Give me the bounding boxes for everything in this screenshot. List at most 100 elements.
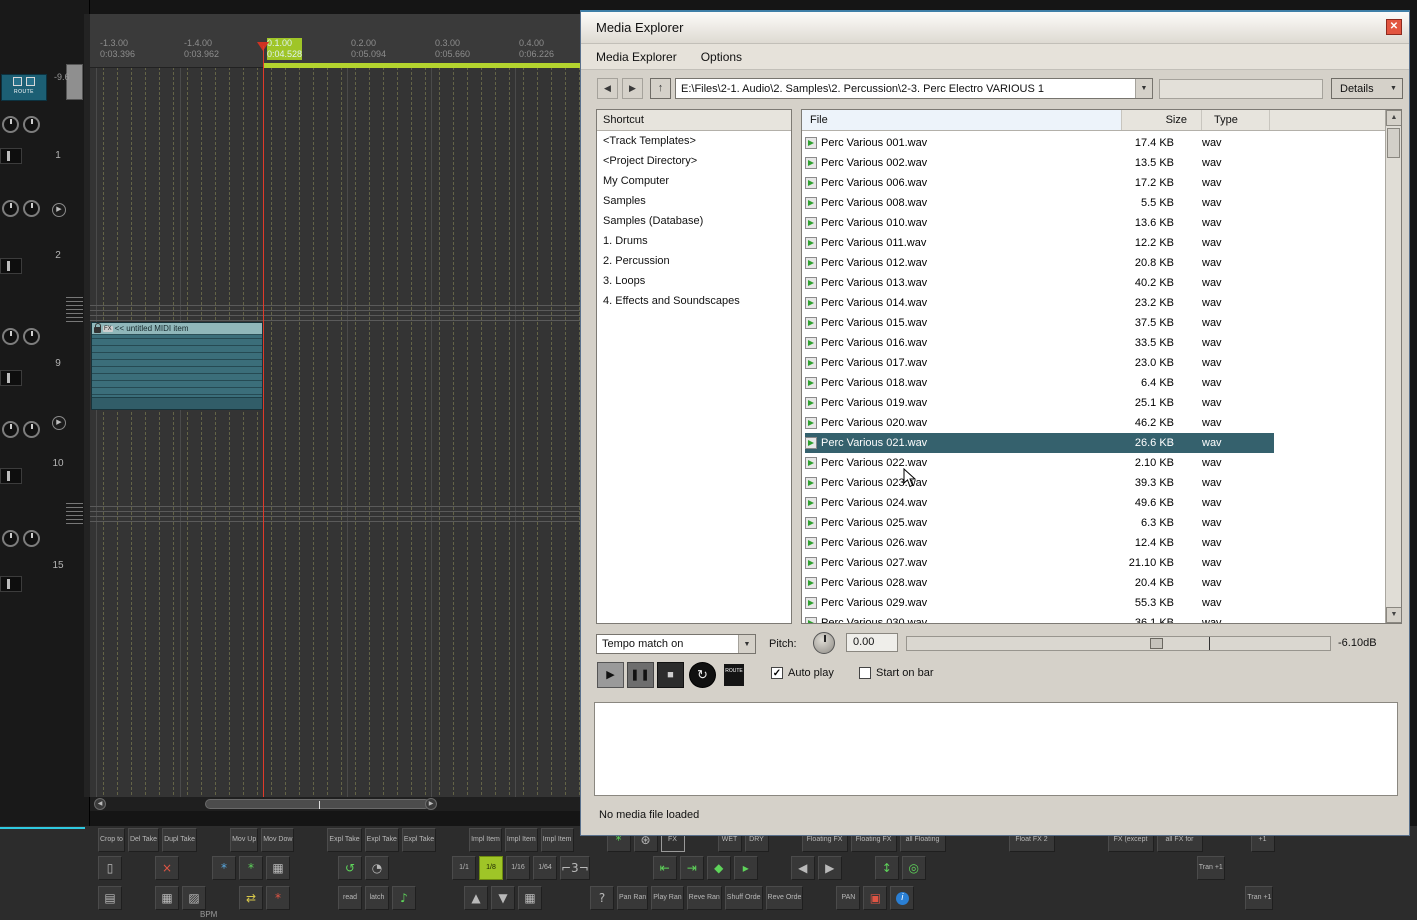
Perc Various 018.wav[interactable]: Perc Various 018.wav 6.4 KB wav	[805, 373, 1274, 393]
grid-1-16-button[interactable]: 1/16	[506, 856, 530, 880]
volume-fader[interactable]	[0, 258, 22, 274]
pitch-knob[interactable]	[813, 632, 835, 654]
shortcut-item[interactable]: 1. Drums	[597, 231, 791, 251]
transpose-up-button[interactable]: Tran +1	[1197, 856, 1225, 880]
info-icon-button[interactable]: i	[890, 886, 914, 910]
reverse-random-button[interactable]: Reve Ran	[687, 886, 722, 910]
Perc Various 021.wav[interactable]: Perc Various 021.wav 26.6 KB wav	[805, 433, 1274, 453]
time-selection-bar[interactable]	[263, 63, 580, 68]
move-down-button[interactable]: Mov Dow	[261, 828, 294, 852]
record-arm-button[interactable]: ▶	[52, 416, 66, 430]
Perc Various 027.wav[interactable]: Perc Various 027.wav 21.10 KB wav	[805, 553, 1274, 573]
pause-button[interactable]: ❚❚	[627, 662, 654, 688]
pan-knob[interactable]	[2, 530, 19, 547]
grid-1-64-button[interactable]: 1/64	[533, 856, 557, 880]
Perc Various 023.wav[interactable]: Perc Various 023.wav 39.3 KB wav	[805, 473, 1274, 493]
route-panel[interactable]: ROUTE	[1, 74, 47, 101]
Perc Various 015.wav[interactable]: Perc Various 015.wav 37.5 KB wav	[805, 313, 1274, 333]
Perc Various 008.wav[interactable]: Perc Various 008.wav 5.5 KB wav	[805, 193, 1274, 213]
pan-knob[interactable]	[2, 116, 19, 133]
ruler-label[interactable]: -1.4.00 0:03.962	[184, 38, 219, 60]
column-header-file[interactable]: File	[802, 110, 1122, 130]
play-random-button[interactable]: Play Ran	[651, 886, 683, 910]
clock-icon-button[interactable]: ◔	[365, 856, 389, 880]
ruler-label[interactable]: 0.2.00 0:05.094	[351, 38, 386, 60]
pan-knob[interactable]	[2, 200, 19, 217]
vertical-scrollbar[interactable]	[66, 64, 83, 100]
shuffle-order-button[interactable]: Shuff Orde	[725, 886, 763, 910]
piano-edit-icon-button[interactable]: ▨	[182, 886, 206, 910]
record-arm-button[interactable]: ▶	[52, 203, 66, 217]
grid-1-8-button[interactable]: 1/8	[479, 856, 503, 880]
scroll-up-button[interactable]: ▲	[1386, 110, 1402, 126]
shortcut-item[interactable]: My Computer	[597, 171, 791, 191]
duplicate-take-button[interactable]: Dupl Take	[162, 828, 197, 852]
shortcut-item[interactable]: 4. Effects and Soundscapes	[597, 291, 791, 311]
matrix-icon-button[interactable]: ▦	[155, 886, 179, 910]
star-icon-button[interactable]: *	[266, 886, 290, 910]
pan-button[interactable]: PAN	[836, 886, 860, 910]
piano-icon-button[interactable]: ▦	[518, 886, 542, 910]
nav-forward-button[interactable]: ▶	[622, 78, 643, 99]
transpose-up-button[interactable]: Tran +1	[1245, 886, 1273, 910]
explode-take-button[interactable]: Expl Take	[327, 828, 361, 852]
Perc Various 016.wav[interactable]: Perc Various 016.wav 33.5 KB wav	[805, 333, 1274, 353]
delete-icon-button[interactable]: ×	[155, 856, 179, 880]
width-knob[interactable]	[23, 200, 40, 217]
shortcut-item[interactable]: Samples (Database)	[597, 211, 791, 231]
play-cursor-icon-button[interactable]: ▸	[734, 856, 758, 880]
up-arrow-button[interactable]: ▲	[464, 886, 488, 910]
scroll-down-button[interactable]: ▼	[1386, 607, 1402, 623]
volume-fader[interactable]	[0, 148, 22, 164]
pitch-value-field[interactable]: 0.00	[846, 633, 898, 652]
target-icon-button[interactable]: ◎	[902, 856, 926, 880]
implode-item-button[interactable]: Impl Item	[469, 828, 502, 852]
implode-item-button[interactable]: Impl Item	[505, 828, 538, 852]
reverse-order-button[interactable]: Reve Orde	[766, 886, 804, 910]
width-knob[interactable]	[23, 530, 40, 547]
Perc Various 020.wav[interactable]: Perc Various 020.wav 46.2 KB wav	[805, 413, 1274, 433]
shortcut-item[interactable]: 2. Percussion	[597, 251, 791, 271]
ruler-label-playhead[interactable]: 0.1.00 0:04.528	[267, 38, 302, 60]
Perc Various 006.wav[interactable]: Perc Various 006.wav 17.2 KB wav	[805, 173, 1274, 193]
midi-item-header[interactable]: FX << untitled MIDI item	[92, 323, 262, 335]
width-knob[interactable]	[23, 421, 40, 438]
next-icon-button[interactable]: ▶	[818, 856, 842, 880]
Perc Various 025.wav[interactable]: Perc Various 025.wav 6.3 KB wav	[805, 513, 1274, 533]
crop-to-button[interactable]: Crop to	[98, 828, 125, 852]
stop-button[interactable]: ■	[657, 662, 684, 688]
pan-knob[interactable]	[2, 421, 19, 438]
window-titlebar[interactable]: Media Explorer ✕	[581, 12, 1409, 44]
menu-media-explorer[interactable]: Media Explorer	[596, 50, 677, 64]
column-header-type[interactable]: Type	[1202, 110, 1270, 130]
width-knob[interactable]	[23, 116, 40, 133]
Perc Various 028.wav[interactable]: Perc Various 028.wav 20.4 KB wav	[805, 573, 1274, 593]
shortcut-item[interactable]: <Track Templates>	[597, 131, 791, 151]
diamond-icon-button[interactable]: ◆	[707, 856, 731, 880]
tempo-match-dropdown[interactable]: Tempo match on ▼	[596, 634, 756, 654]
building-icon-button[interactable]: ▣	[863, 886, 887, 910]
play-button[interactable]: ▶	[597, 662, 624, 688]
close-button[interactable]: ✕	[1386, 19, 1402, 35]
horizontal-scrollbar[interactable]: ◀ ▶	[90, 797, 580, 811]
automation-latch-button[interactable]: latch	[365, 886, 389, 910]
ruler-label[interactable]: 0.3.00 0:05.660	[435, 38, 470, 60]
column-header-size[interactable]: Size	[1122, 110, 1202, 130]
Perc Various 010.wav[interactable]: Perc Various 010.wav 13.6 KB wav	[805, 213, 1274, 233]
scroll-left-button[interactable]: ◀	[94, 798, 106, 810]
midi-item[interactable]: FX << untitled MIDI item	[91, 322, 263, 410]
shortcut-column-header[interactable]: Shortcut	[597, 110, 791, 131]
Perc Various 014.wav[interactable]: Perc Various 014.wav 23.2 KB wav	[805, 293, 1274, 313]
filter-input[interactable]	[1159, 79, 1323, 99]
note-icon-button[interactable]: ♪	[392, 886, 416, 910]
explode-take-button[interactable]: Expl Take	[365, 828, 399, 852]
start-on-bar-checkbox[interactable]	[859, 667, 871, 679]
swap-icon-button[interactable]: ⇄	[239, 886, 263, 910]
triplet-button[interactable]: ⌐3¬	[560, 856, 590, 880]
grid-icon-button[interactable]: ▦	[266, 856, 290, 880]
Perc Various 019.wav[interactable]: Perc Various 019.wav 25.1 KB wav	[805, 393, 1274, 413]
Perc Various 030.wav[interactable]: Perc Various 030.wav 36.1 KB wav	[805, 613, 1274, 623]
menu-options[interactable]: Options	[701, 50, 742, 64]
auto-play-checkbox[interactable]: ✓	[771, 667, 783, 679]
prev-icon-button[interactable]: ◀	[791, 856, 815, 880]
